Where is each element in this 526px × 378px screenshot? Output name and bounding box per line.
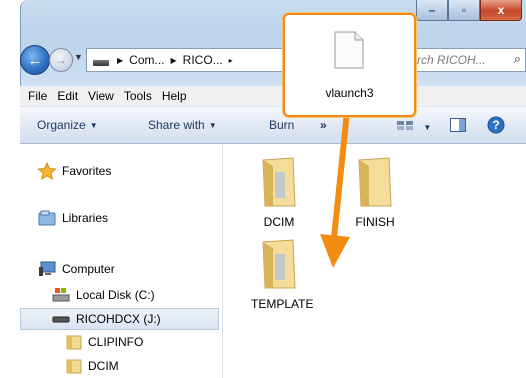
sidebar-item-libraries[interactable]: Libraries [38,210,108,226]
breadcrumb-separator-icon[interactable]: ▶ [113,56,127,65]
menu-tools[interactable]: Tools [124,89,152,103]
folder-icon [66,359,82,374]
menu-bar: File Edit View Tools Help [20,86,526,107]
menu-view[interactable]: View [88,89,114,103]
sidebar-item-label: Libraries [62,211,109,225]
preview-pane-button[interactable] [450,118,466,135]
search-icon[interactable]: ⌕ [514,51,521,67]
title-buttons: – ▫ x [416,0,522,22]
sidebar-item-dcim[interactable]: DCIM [66,358,119,374]
search-placeholder: rch RICOH... [417,53,486,67]
sidebar-item-label: Favorites [62,164,112,178]
sidebar-item-clipinfo[interactable]: CLIPINFO [66,334,143,350]
document-icon [334,31,364,69]
search-input[interactable]: rch RICOH... ⌕ [410,48,526,72]
file-list: DCIM FINISH TEMPLATE [223,144,526,378]
recent-pages-dropdown-icon[interactable]: ▼ [74,52,83,62]
sidebar-item-computer[interactable]: Computer [38,261,115,277]
menu-file[interactable]: File [28,89,47,103]
chevron-down-icon: ▼ [208,121,217,130]
explorer-window: – ▫ x ← → ▼ ▶ Com... ▶ RICO... ▸ rch RIC… [0,0,526,378]
help-button[interactable]: ? [487,116,505,137]
sidebar-item-removable-drive[interactable]: RICOHDCX (J:) [20,308,219,330]
removable-drive-icon [52,316,70,323]
maximize-button[interactable]: ▫ [448,0,480,21]
drag-arrow [320,111,350,268]
drive-icon [93,60,109,66]
folder-item[interactable]: DCIM [253,154,305,229]
sidebar-item-label: CLIPINFO [88,335,144,349]
menu-edit[interactable]: Edit [57,89,78,103]
organize-label: Organize [37,118,86,132]
forward-arrow-icon: → [55,53,67,67]
help-icon: ? [487,116,505,134]
sidebar-item-label: Local Disk (C:) [76,288,155,302]
navigation-pane: Favorites Libraries Computer Local Disk … [20,144,223,378]
sidebar-item-favorites[interactable]: Favorites [38,162,111,180]
breadcrumb-separator-icon[interactable]: ▶ [167,56,181,65]
svg-text:?: ? [492,118,499,132]
share-with-label: Share with [148,118,205,132]
breadcrumb-separator-icon[interactable]: ▸ [225,56,237,65]
folder-name: TEMPLATE [251,297,314,311]
back-button[interactable]: ← [20,45,50,75]
drag-ghost[interactable]: vlaunch3 [283,13,416,117]
organize-button[interactable]: Organize ▼ [37,118,98,132]
sidebar-item-label: DCIM [88,359,119,373]
command-bar: Organize ▼ Share with ▼ Burn » ▼ ? [20,107,526,144]
breadcrumb-computer[interactable]: Com... [127,53,166,67]
folder-name: DCIM [263,215,295,229]
folder-icon [66,335,82,350]
folder-icon [262,239,296,289]
burn-button[interactable]: Burn [269,118,294,132]
star-icon [38,162,56,180]
sidebar-item-local-disk[interactable]: Local Disk (C:) [52,287,155,303]
dragged-file-name: vlaunch3 [325,86,374,100]
close-button[interactable]: x [480,0,522,21]
view-options-button[interactable]: ▼ [396,119,431,134]
sidebar-item-label: RICOHDCX (J:) [76,312,161,326]
chevron-down-icon: ▼ [89,121,98,130]
share-with-button[interactable]: Share with ▼ [148,118,217,132]
sidebar-item-label: Computer [62,262,115,276]
hard-disk-icon [52,288,70,302]
burn-label: Burn [269,118,295,132]
chevron-down-icon: ▼ [423,123,432,132]
forward-button[interactable]: → [49,48,73,72]
libraries-icon [38,210,56,226]
breadcrumb-ricoh[interactable]: RICO... [181,53,225,67]
minimize-button[interactable]: – [416,0,448,21]
preview-pane-icon [450,118,466,132]
folder-icon [262,157,296,207]
back-arrow-icon: ← [27,51,43,69]
computer-icon [39,261,56,276]
navigation-row: ← → ▼ ▶ Com... ▶ RICO... ▸ rch RICOH... … [20,44,526,75]
menu-help[interactable]: Help [162,89,187,103]
views-icon [397,121,413,130]
